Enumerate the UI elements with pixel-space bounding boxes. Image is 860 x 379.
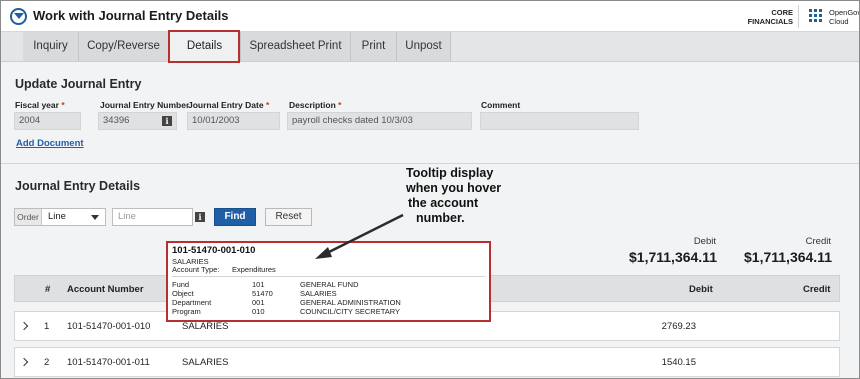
tab-unpost[interactable]: Unpost: [397, 32, 451, 61]
column-header-number: #: [45, 284, 51, 295]
column-header-debit: Debit: [689, 284, 713, 295]
app-header: Work with Journal Entry Details CORE FIN…: [1, 1, 859, 32]
info-icon[interactable]: i: [162, 116, 172, 126]
credit-total-value: $1,711,364.11: [744, 249, 832, 265]
debit-value: 2769.23: [661, 321, 696, 332]
core-financials-logo: CORE FINANCIALS: [747, 8, 793, 26]
tooltip-account-type-value: Expenditures: [232, 265, 276, 274]
je-date-label: Journal Entry Date *: [188, 100, 270, 110]
tooltip-segment-code: 101: [252, 280, 265, 289]
tooltip-account-type-label: Account Type:: [172, 265, 220, 274]
tooltip-account-number: 101-51470-001-010: [172, 245, 256, 256]
app-grid-icon[interactable]: [809, 9, 822, 22]
add-document-link[interactable]: Add Document: [16, 138, 84, 149]
debit-value: 1540.15: [661, 357, 696, 368]
row-number: 1: [44, 321, 50, 332]
update-section-title: Update Journal Entry: [15, 77, 142, 91]
fiscal-year-label: Fiscal year *: [15, 100, 65, 110]
je-number-label: Journal Entry Number: [100, 100, 190, 110]
credit-total-label: Credit: [805, 236, 831, 247]
account-name: SALARIES: [182, 357, 229, 368]
account-number[interactable]: 101-51470-001-010: [67, 312, 150, 342]
tooltip-segment-code: 001: [252, 298, 265, 307]
column-header-credit: Credit: [803, 284, 831, 295]
page-title: Work with Journal Entry Details: [33, 8, 229, 23]
tooltip-segment-desc: GENERAL FUND: [300, 280, 359, 289]
tab-inquiry[interactable]: Inquiry: [23, 32, 79, 61]
chevron-right-icon[interactable]: [19, 321, 29, 331]
tooltip-segment-label: Fund: [172, 280, 190, 289]
details-section-title: Journal Entry Details: [15, 179, 141, 193]
app-window: Work with Journal Entry Details CORE FIN…: [0, 0, 860, 379]
table-row[interactable]: 2 101-51470-001-011 SALARIES 1540.15: [14, 347, 840, 377]
chevron-down-icon: [91, 215, 99, 220]
debit-total-label: Debit: [693, 236, 716, 247]
info-icon[interactable]: i: [195, 212, 205, 222]
tooltip-segment-code: 51470: [252, 289, 273, 298]
tab-spreadsheet-print[interactable]: Spreadsheet Print: [241, 32, 351, 61]
tooltip-segment-code: 010: [252, 307, 265, 316]
reset-button[interactable]: Reset: [265, 208, 312, 226]
app-menu-icon[interactable]: [10, 8, 27, 25]
tab-bar: Inquiry Copy/Reverse Details Spreadsheet…: [1, 32, 859, 62]
description-label: Description *: [289, 100, 342, 110]
tooltip-segment-label: Program: [172, 307, 201, 316]
account-tooltip: 101-51470-001-010 SALARIES Account Type:…: [166, 241, 491, 322]
column-header-account-number: Account Number: [67, 284, 144, 295]
details-tab-highlight-box: [168, 30, 240, 63]
tooltip-segment-label: Object: [172, 289, 194, 298]
annotation-callout: Tooltip display when you hover the accou…: [406, 166, 502, 225]
order-value: Line: [48, 211, 66, 222]
find-button[interactable]: Find: [214, 208, 256, 226]
chevron-right-icon[interactable]: [19, 357, 29, 367]
tab-print[interactable]: Print: [351, 32, 397, 61]
debit-total-value: $1,711,364.11: [629, 249, 717, 265]
section-divider: [1, 163, 859, 164]
tooltip-segment-label: Department: [172, 298, 212, 307]
order-label: Order: [15, 209, 42, 225]
tooltip-segment-desc: SALARIES: [300, 289, 337, 298]
account-number[interactable]: 101-51470-001-011: [67, 348, 150, 378]
order-select[interactable]: Order Line: [14, 208, 106, 226]
je-date-field[interactable]: 10/01/2003: [187, 112, 280, 130]
opengov-cloud-logo: OpenGov Cloud: [829, 8, 860, 26]
tooltip-segment-desc: GENERAL ADMINISTRATION: [300, 298, 401, 307]
line-search-input[interactable]: Line: [112, 208, 193, 226]
tab-copy-reverse[interactable]: Copy/Reverse: [79, 32, 169, 61]
tooltip-divider: [172, 276, 485, 277]
fiscal-year-field[interactable]: 2004: [14, 112, 81, 130]
row-number: 2: [44, 357, 50, 368]
tooltip-segment-desc: COUNCIL/CITY SECRETARY: [300, 307, 401, 316]
description-field[interactable]: payroll checks dated 10/3/03: [287, 112, 472, 130]
header-divider: [798, 5, 799, 28]
comment-label: Comment: [481, 100, 521, 110]
comment-field[interactable]: [480, 112, 639, 130]
